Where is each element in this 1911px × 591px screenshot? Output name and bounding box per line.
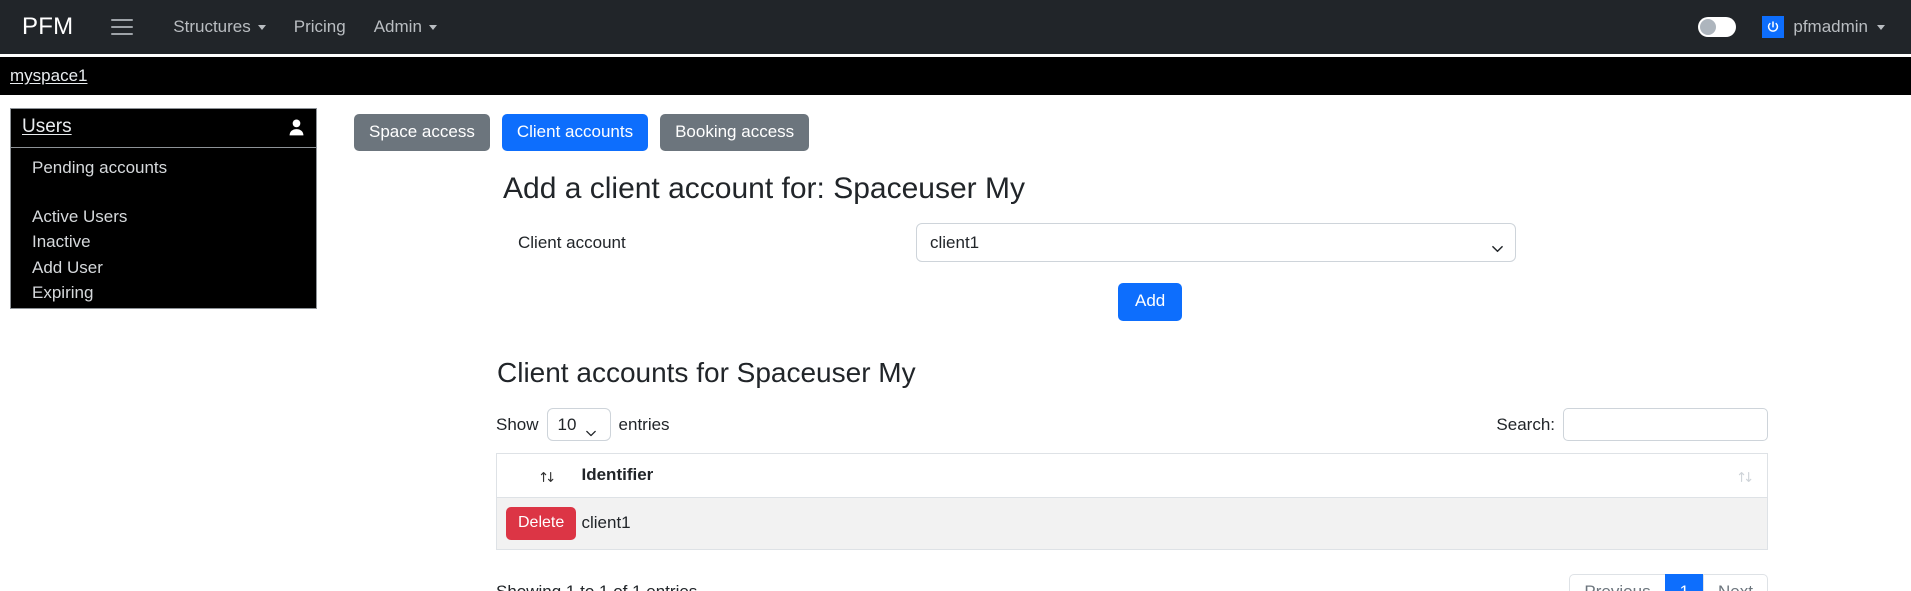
hamburger-icon[interactable] bbox=[111, 19, 134, 35]
breadcrumb: myspace1 bbox=[0, 57, 1911, 95]
search-input[interactable] bbox=[1563, 408, 1768, 442]
theme-toggle[interactable] bbox=[1698, 17, 1737, 37]
client-account-select-value: client1 bbox=[930, 232, 980, 252]
column-header-action[interactable] bbox=[496, 453, 569, 499]
pagination-page-1[interactable]: 1 bbox=[1664, 573, 1705, 591]
breadcrumb-item-myspace1[interactable]: myspace1 bbox=[10, 66, 87, 86]
datatable-wrapper: Show 10 entries Search: Identifier Delet… bbox=[496, 408, 1768, 591]
nav-item-pricing-label: Pricing bbox=[293, 17, 346, 36]
nav-item-admin-label: Admin bbox=[373, 17, 422, 36]
search-label: Search: bbox=[1496, 414, 1555, 434]
delete-button[interactable]: Delete bbox=[506, 507, 577, 540]
top-navbar: PFM Structures Pricing Admin pfmadmin bbox=[0, 0, 1911, 54]
tab-client-accounts[interactable]: Client accounts bbox=[501, 114, 649, 152]
column-header-identifier-label: Identifier bbox=[581, 465, 654, 485]
tab-space-access[interactable]: Space access bbox=[354, 114, 490, 152]
pagination: Previous 1 Next bbox=[1569, 573, 1768, 591]
user-menu[interactable]: pfmadmin bbox=[1762, 16, 1891, 38]
power-icon bbox=[1762, 16, 1785, 38]
nav-item-structures-label: Structures bbox=[173, 17, 251, 36]
access-tabs: Space access Client accounts Booking acc… bbox=[345, 95, 1911, 152]
entries-label: entries bbox=[618, 414, 670, 434]
page-length-select[interactable]: 10 bbox=[546, 408, 611, 442]
sidebar-item-expiring[interactable]: Expiring bbox=[11, 280, 316, 306]
chevron-down-icon bbox=[1877, 24, 1885, 30]
sidebar-item-pending-accounts[interactable]: Pending accounts bbox=[11, 155, 316, 181]
table-cell-identifier: client1 bbox=[568, 497, 1768, 550]
client-accounts-table: Identifier Delete client1 bbox=[496, 453, 1768, 550]
show-label: Show bbox=[496, 414, 539, 434]
table-cell-action: Delete bbox=[496, 497, 577, 550]
nav-item-structures[interactable]: Structures bbox=[159, 11, 279, 43]
chevron-down-icon bbox=[585, 422, 596, 437]
chevron-down-icon bbox=[428, 24, 437, 30]
table-head: Identifier bbox=[496, 453, 1768, 499]
tab-booking-access[interactable]: Booking access bbox=[660, 114, 810, 152]
sidebar-item-active-users[interactable]: Active Users bbox=[11, 204, 316, 230]
navbar-right: pfmadmin bbox=[1698, 16, 1891, 38]
brand-logo[interactable]: PFM bbox=[22, 13, 73, 41]
sidebar-header-label: Users bbox=[22, 116, 72, 137]
pagination-previous[interactable]: Previous bbox=[1569, 573, 1666, 591]
nav-item-admin[interactable]: Admin bbox=[360, 11, 451, 43]
sidebar-header[interactable]: Users bbox=[11, 109, 316, 148]
sort-icon bbox=[1738, 469, 1754, 483]
client-account-select-wrap: client1 bbox=[916, 223, 1516, 263]
main-content: Space access Client accounts Booking acc… bbox=[317, 95, 1911, 591]
table-body: Delete client1 bbox=[496, 497, 1768, 550]
page-length-value: 10 bbox=[557, 414, 577, 434]
person-icon bbox=[289, 119, 304, 136]
search-control: Search: bbox=[1496, 408, 1768, 442]
page-body: Users Pending accounts Active Users Inac… bbox=[0, 95, 1911, 591]
client-account-label: Client account bbox=[518, 232, 626, 252]
user-menu-label: pfmadmin bbox=[1793, 17, 1868, 36]
sort-icon bbox=[540, 469, 556, 483]
nav-links: Structures Pricing Admin bbox=[159, 11, 451, 43]
table-info: Showing 1 to 1 of 1 entries bbox=[496, 582, 697, 591]
page-title: Add a client account for: Spaceuser My bbox=[503, 172, 1025, 206]
client-account-select[interactable]: client1 bbox=[916, 223, 1516, 263]
sidebar: Users Pending accounts Active Users Inac… bbox=[10, 108, 317, 309]
table-title: Client accounts for Spaceuser My bbox=[497, 356, 916, 388]
table-header-row: Identifier bbox=[496, 453, 1768, 499]
nav-item-pricing[interactable]: Pricing bbox=[280, 11, 360, 43]
table-row: Delete client1 bbox=[496, 497, 1768, 550]
pagination-next[interactable]: Next bbox=[1703, 573, 1768, 591]
sidebar-item-add-user[interactable]: Add User bbox=[11, 255, 316, 281]
datatable-footer: Showing 1 to 1 of 1 entries Previous 1 N… bbox=[496, 573, 1768, 591]
page-length-control: Show 10 entries bbox=[496, 408, 670, 442]
add-button-row: Add bbox=[496, 283, 1911, 321]
datatable-controls: Show 10 entries Search: bbox=[496, 408, 1768, 442]
add-button[interactable]: Add bbox=[1118, 283, 1183, 321]
sidebar-item-inactive[interactable]: Inactive bbox=[11, 229, 316, 255]
sidebar-menu: Pending accounts Active Users Inactive A… bbox=[11, 148, 316, 306]
content-area: Add a client account for: Spaceuser My C… bbox=[345, 151, 1911, 591]
column-header-identifier[interactable]: Identifier bbox=[568, 453, 1768, 499]
chevron-down-icon bbox=[257, 24, 266, 30]
sidebar-item-spacer bbox=[11, 181, 316, 204]
client-account-form-row: Client account client1 bbox=[496, 223, 1911, 263]
